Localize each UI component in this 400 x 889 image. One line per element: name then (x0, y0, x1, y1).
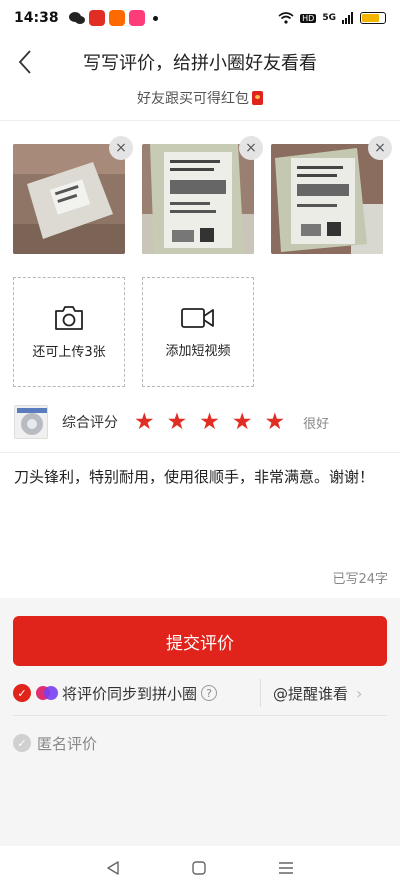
photo-thumbnail-2[interactable] (142, 144, 254, 254)
rating-divider (0, 452, 400, 453)
add-video-button[interactable]: 添加短视频 (142, 277, 254, 387)
add-video-label: 添加短视频 (165, 343, 231, 359)
remove-photo-1-button[interactable]: × (109, 136, 133, 160)
back-button[interactable] (10, 46, 40, 78)
product-image (15, 406, 47, 438)
star-icon[interactable]: ★ (199, 410, 220, 434)
help-icon[interactable]: ? (201, 685, 218, 701)
header: 写写评价，给拼小圈好友看看 (0, 36, 400, 88)
photo-thumbnail-1[interactable] (13, 144, 125, 254)
rating-label: 综合评分 (62, 415, 118, 431)
separator (260, 679, 262, 707)
chevron-left-icon (18, 50, 31, 74)
taobao-icon (108, 10, 125, 26)
hd-badge: HD (300, 13, 317, 23)
anonymous-row[interactable]: ✓ 匿名评价 (13, 728, 97, 758)
upload-photo-label: 还可上传3张 (32, 344, 106, 360)
pinxiaoquan-logo-icon (36, 686, 58, 700)
nav-menu-icon[interactable] (278, 861, 294, 875)
anonymous-checkbox[interactable]: ✓ (13, 734, 31, 752)
signal-icon (342, 12, 353, 24)
camera-icon (55, 305, 83, 330)
upload-photo-button[interactable]: 还可上传3张 (13, 277, 125, 387)
star-icon[interactable]: ★ (265, 410, 286, 434)
sync-label: 将评价同步到拼小圈 (62, 684, 198, 703)
subtitle-text: 好友跟买可得红包 (137, 91, 249, 107)
star-rating[interactable]: ★ ★ ★ ★ ★ (134, 410, 286, 434)
rating-row: 综合评分 ★ ★ ★ ★ ★ 很好 (14, 404, 386, 440)
rating-text: 很好 (303, 416, 330, 432)
nav-back-icon[interactable] (106, 860, 120, 875)
battery-fill (362, 14, 379, 22)
sync-row: ✓ 将评价同步到拼小圈 ? @提醒谁看 › (13, 676, 387, 710)
remove-photo-2-button[interactable]: × (239, 136, 263, 160)
anonymous-label: 匿名评价 (37, 734, 98, 753)
star-icon[interactable]: ★ (134, 410, 155, 434)
close-icon: × (374, 140, 386, 156)
mention-button[interactable]: @提醒谁看 (273, 683, 348, 704)
photo-image (271, 144, 383, 254)
star-icon[interactable]: ★ (167, 410, 188, 434)
submit-review-button[interactable]: 提交评价 (13, 616, 387, 666)
dot-icon (152, 15, 158, 21)
photo-thumbnail-3[interactable] (271, 144, 383, 254)
close-icon: × (245, 140, 257, 156)
remove-photo-3-button[interactable]: × (368, 136, 392, 160)
sync-checkbox[interactable]: ✓ (13, 684, 31, 702)
status-app-icons (68, 10, 158, 26)
status-time: 14:38 (14, 10, 59, 26)
close-icon: × (115, 140, 127, 156)
bottom-panel: 提交评价 ✓ 将评价同步到拼小圈 ? @提醒谁看 › ✓ 匿名评价 (0, 598, 400, 846)
status-bar: 14:38 HD 5G (0, 0, 400, 36)
status-indicators: HD 5G (278, 12, 386, 24)
product-thumbnail (14, 405, 48, 439)
photo-image (142, 144, 254, 254)
wifi-icon (278, 12, 294, 24)
video-camera-icon (181, 307, 214, 328)
star-icon[interactable]: ★ (232, 410, 253, 434)
red-packet-icon (252, 91, 263, 105)
char-count: 已写24字 (332, 572, 388, 587)
network-label: 5G (322, 13, 336, 23)
app-icon (128, 10, 145, 26)
wechat-icon (68, 12, 85, 24)
photo-image (13, 144, 125, 254)
header-divider (0, 120, 400, 121)
pinduoduo-icon (88, 10, 105, 26)
chevron-right-icon: › (356, 683, 363, 703)
battery-icon (360, 12, 386, 24)
actions-divider (13, 715, 387, 716)
review-textarea[interactable]: 刀头锋利，特别耐用，使用很顺手，非常满意。谢谢！ (14, 464, 389, 490)
subtitle: 好友跟买可得红包 (0, 88, 400, 108)
system-nav-bar (0, 846, 400, 889)
page-title: 写写评价，给拼小圈好友看看 (83, 53, 317, 74)
nav-home-icon[interactable] (192, 860, 206, 875)
